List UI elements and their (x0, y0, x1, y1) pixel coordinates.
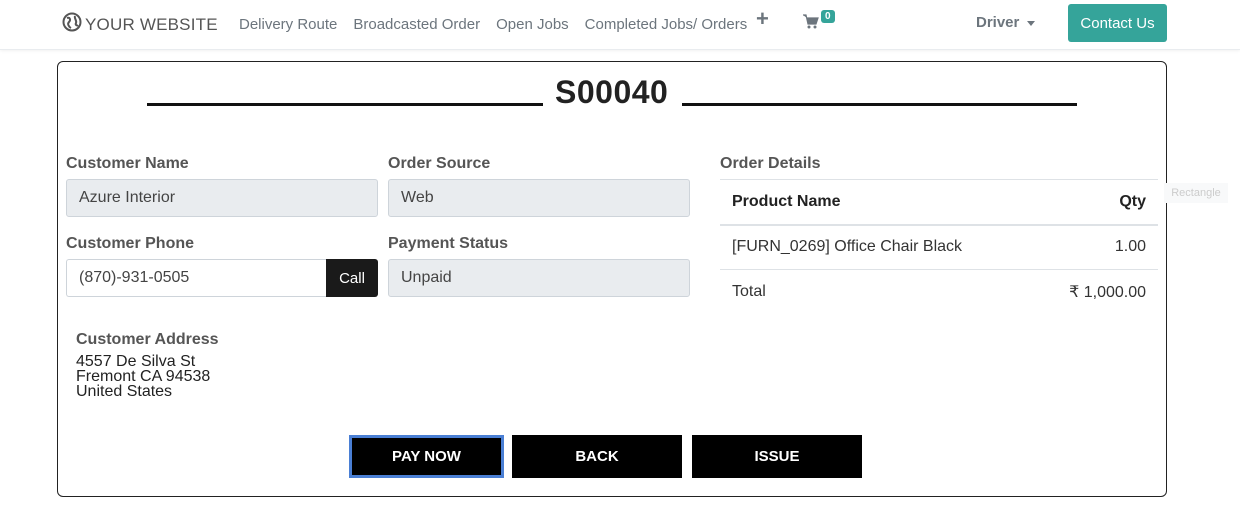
order-number: S00040 (555, 74, 669, 110)
customer-address: 4557 De Silva St Fremont CA 94538 United… (76, 353, 211, 400)
user-menu-dropdown[interactable]: Driver (976, 14, 1036, 31)
top-navbar: YOUR WEBSITE Delivery Route Broadcasted … (0, 0, 1240, 50)
total-value: ₹ 1,000.00 (1069, 284, 1146, 302)
address-line: 4557 De Silva St (76, 353, 196, 370)
pay-now-button[interactable]: PAY NOW (349, 435, 504, 478)
col-qty: Qty (1033, 179, 1158, 226)
cart-icon (803, 14, 819, 34)
order-details-table: Product Name Qty [FURN_0269] Office Chai… (720, 179, 1158, 315)
caret-down-icon (1027, 20, 1036, 26)
total-row: Total ₹ 1,000.00 (720, 270, 1158, 315)
plus-icon[interactable]: + (756, 6, 769, 32)
user-menu-label: Driver (976, 14, 1020, 31)
table-header-row: Product Name Qty (720, 179, 1158, 226)
customer-phone-field[interactable]: (870)-931-0505 (66, 259, 328, 297)
payment-status-label: Payment Status (388, 235, 509, 252)
address-line: Fremont CA 94538 (76, 368, 211, 385)
customer-name-label: Customer Name (66, 155, 189, 172)
globe-icon (62, 12, 82, 37)
nav-completed-jobs[interactable]: Completed Jobs/ Orders (577, 16, 756, 33)
main-nav: Delivery Route Broadcasted Order Open Jo… (231, 0, 755, 48)
rectangle-tag: Rectangle (1164, 183, 1228, 203)
nav-open-jobs[interactable]: Open Jobs (488, 16, 577, 33)
address-line: United States (76, 383, 173, 400)
customer-address-label: Customer Address (76, 331, 219, 348)
order-card: S00040 Customer Name Azure Interior Orde… (57, 61, 1167, 497)
contact-us-button[interactable]: Contact Us (1068, 4, 1167, 42)
title-divider-left (147, 103, 543, 106)
table-row: [FURN_0269] Office Chair Black 1.00 (720, 224, 1158, 270)
cart-link[interactable]: 0 (803, 10, 835, 35)
cart-count-badge: 0 (821, 10, 835, 23)
logo-text: YOUR WEBSITE (85, 14, 218, 34)
call-button[interactable]: Call (326, 259, 378, 297)
customer-name-field[interactable]: Azure Interior (66, 179, 378, 217)
order-source-label: Order Source (388, 155, 491, 172)
back-button[interactable]: BACK (512, 435, 682, 478)
product-name-cell: [FURN_0269] Office Chair Black (720, 224, 1034, 270)
nav-delivery-route[interactable]: Delivery Route (231, 16, 345, 33)
order-title-row: S00040 (58, 74, 1166, 112)
nav-broadcasted-order[interactable]: Broadcasted Order (345, 16, 488, 33)
qty-cell: 1.00 (1033, 224, 1158, 270)
col-product-name: Product Name (720, 179, 1034, 226)
site-logo[interactable]: YOUR WEBSITE (62, 12, 218, 37)
payment-status-field[interactable]: Unpaid (388, 259, 690, 297)
total-label: Total (732, 283, 766, 301)
order-details-label: Order Details (720, 155, 821, 172)
order-source-field[interactable]: Web (388, 179, 690, 217)
customer-phone-label: Customer Phone (66, 235, 195, 252)
title-divider-right (682, 103, 1077, 106)
issue-button[interactable]: ISSUE (692, 435, 862, 478)
